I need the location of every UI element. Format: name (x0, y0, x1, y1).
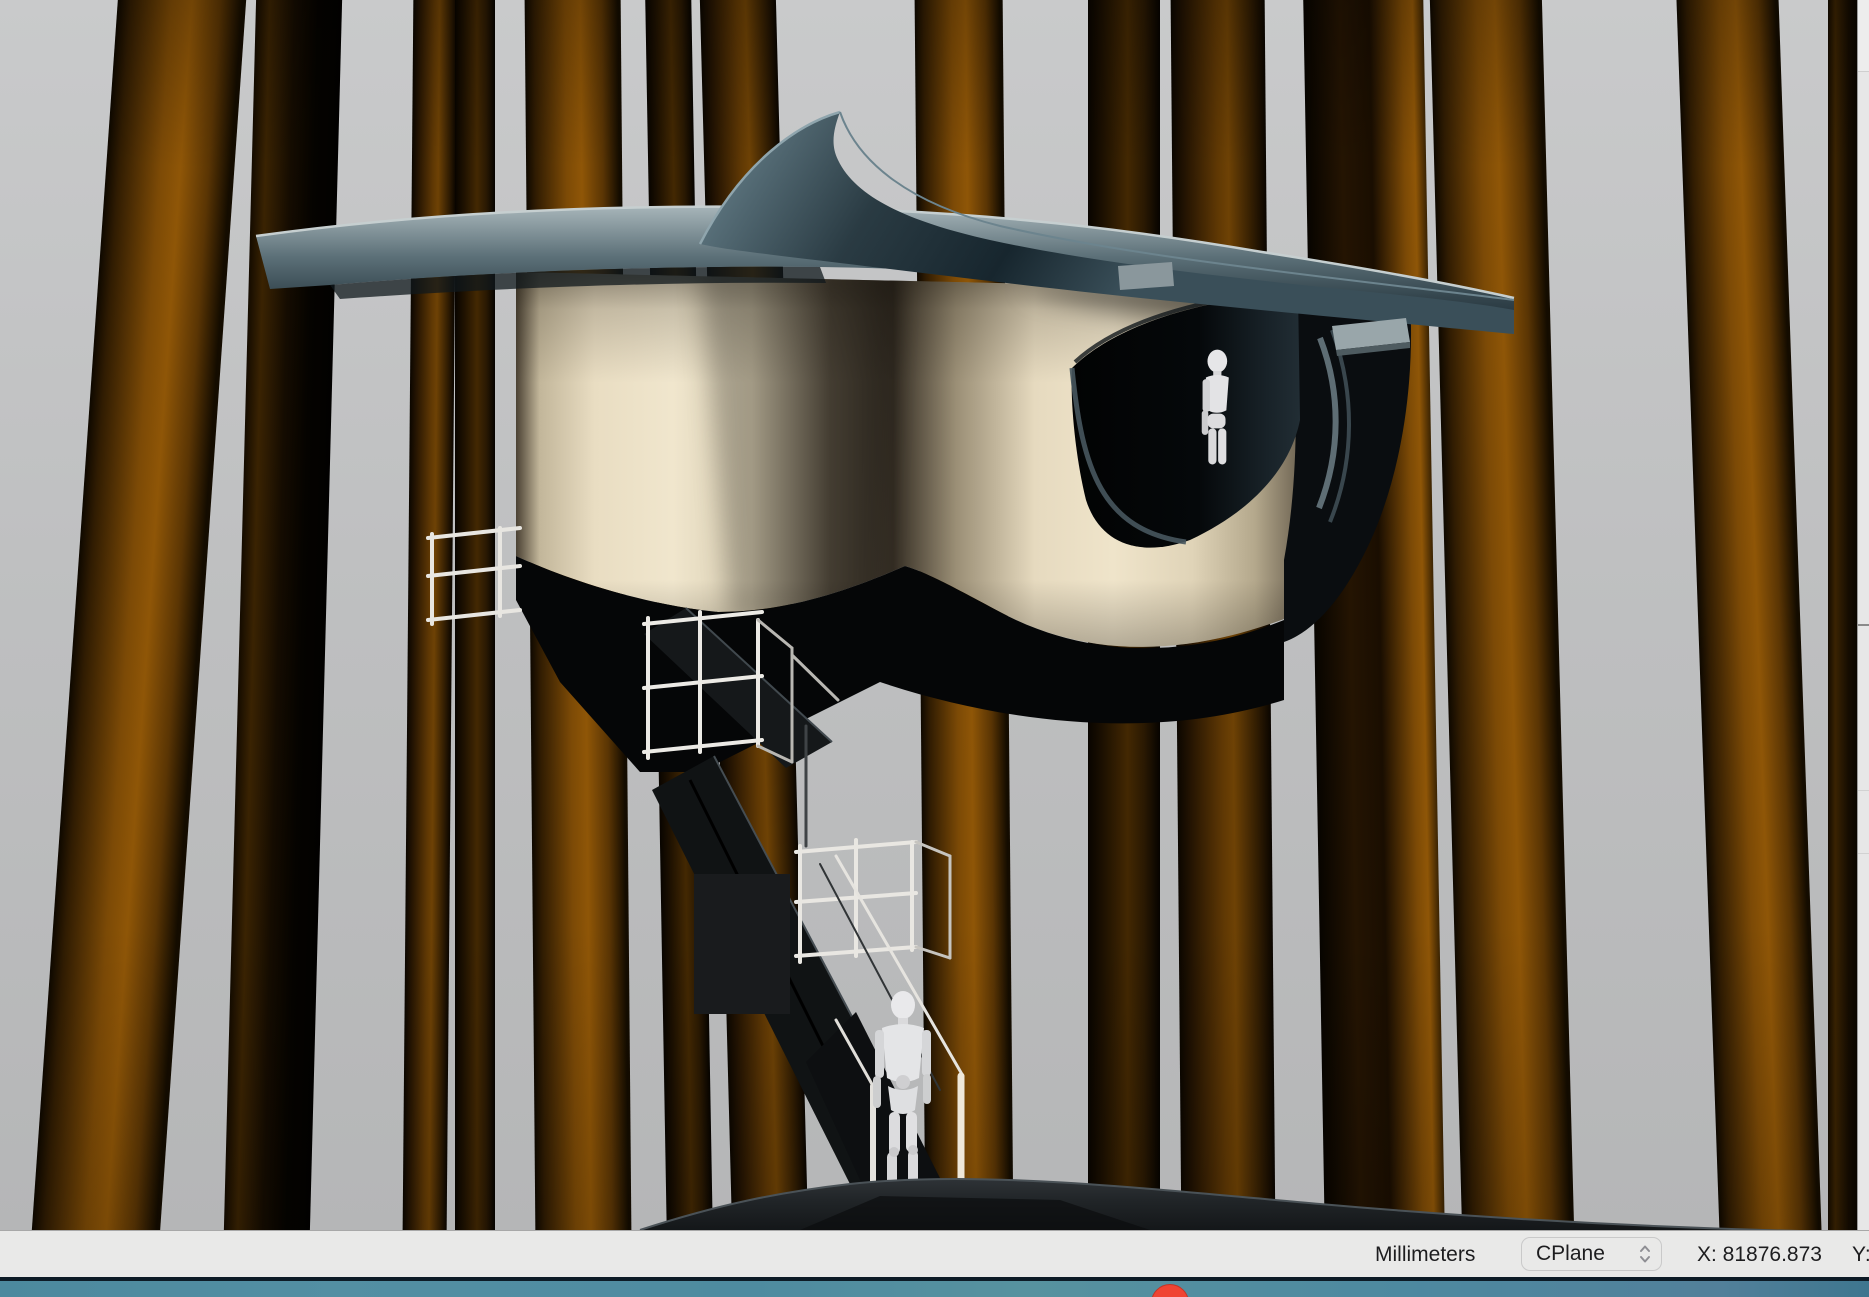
coordinate-y: Y: (1852, 1243, 1869, 1267)
right-panel-divider (1858, 624, 1869, 626)
background-window-strip[interactable] (0, 1281, 1869, 1297)
application-window: Millimeters CPlane X: 81876.873 Y: (0, 0, 1869, 1297)
coordinate-x: X: 81876.873 (1697, 1243, 1822, 1267)
right-panel-divider (1858, 853, 1869, 854)
treehouse-render (0, 0, 1869, 1230)
units-status[interactable]: Millimeters (1375, 1243, 1475, 1267)
cplane-dropdown[interactable]: CPlane (1521, 1237, 1662, 1271)
roof-tab-left (1118, 262, 1174, 290)
right-panel-edge (1857, 0, 1869, 1230)
cabin (516, 260, 1411, 772)
status-bar: Millimeters CPlane X: 81876.873 Y: (0, 1230, 1869, 1277)
ground-platform (640, 1179, 1800, 1230)
chevron-up-down-icon (1639, 1244, 1651, 1264)
right-panel-segment (1858, 0, 1869, 72)
right-panel-divider (1858, 790, 1869, 791)
rendered-viewport[interactable] (0, 0, 1869, 1230)
cplane-dropdown-value: CPlane (1536, 1242, 1639, 1266)
stair-side-panel (694, 874, 790, 1014)
close-button-red[interactable] (1151, 1284, 1189, 1297)
